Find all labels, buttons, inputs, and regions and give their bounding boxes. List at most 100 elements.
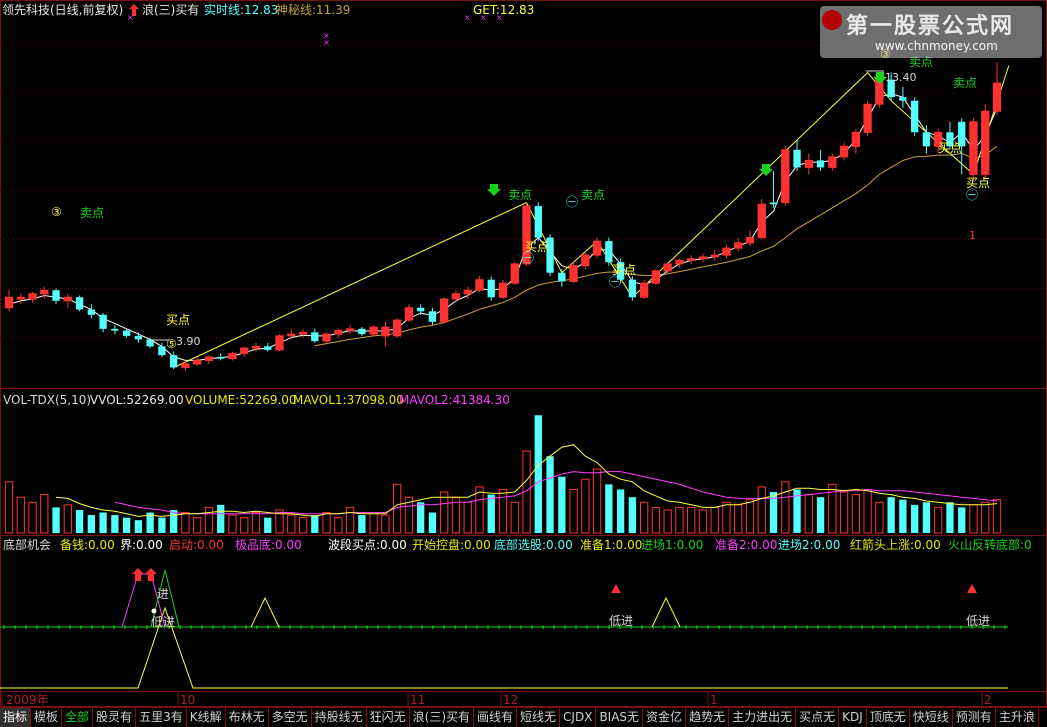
volume-bar [52,507,60,533]
candle-body [745,237,755,244]
candle-body [734,242,743,249]
candle-body [569,265,578,282]
tab-8[interactable]: 多空无 [269,708,312,727]
buy-point-label: 买点 [938,141,962,155]
volume-bar [887,497,895,533]
tab-7[interactable]: 布林无 [226,708,269,727]
candle-body [75,297,84,310]
tab-13[interactable]: 短线无 [517,708,561,727]
tab-15[interactable]: BIAS无 [596,708,644,727]
volume-bar [639,501,649,534]
candle-body [228,352,237,360]
volume-bar [158,517,166,533]
candle-body [345,328,355,332]
volume-bar [710,506,719,534]
tab-16[interactable]: 资金亿 [643,708,687,727]
candle-body [628,279,637,298]
volume-bar [616,489,625,533]
tab-4[interactable]: 股灵有 [93,708,137,727]
volume-bar [122,517,131,533]
volume-bar [170,509,178,533]
tab-23[interactable]: 预测有 [953,708,996,727]
green-down-arrow-icon [487,184,501,196]
tab-9[interactable]: 持股线无 [312,708,367,727]
indicator-panel[interactable]: 低进 进低进 低进 [0,568,1008,689]
tab-3[interactable]: 全部 [62,708,94,727]
candle-body [63,296,72,302]
tab-bar[interactable]: 指标 模板 全部 股灵有 五里3有 K线解 布林无 多空无 持股线无 狂闪无 浪(三)买有 画线有 短线… [0,707,1047,727]
candle-body [828,156,837,168]
candle-body [193,359,202,365]
volume-panel[interactable] [4,415,1002,534]
low-price-label: 3.90 [176,335,201,348]
time-axis-label: 1 [710,693,718,707]
volume-bar [63,504,72,534]
volume-bar [934,506,943,534]
wave-mark: ③ [51,205,62,219]
volume-bar [946,502,954,533]
volume-bar [228,514,237,534]
tab-1[interactable]: 指标 [0,708,32,727]
tab-2[interactable]: 模板 [31,708,63,727]
mavol2-value: MAVOL2:41384.30 [399,393,510,407]
indicator-field: 准备1:0.00 [580,538,643,552]
watermark-title: 第一股票公式网 [846,14,1015,39]
volume-bar [498,488,508,534]
tab-6[interactable]: K线解 [187,708,226,727]
tab-21[interactable]: 顶底无 [867,708,910,727]
candle-body [275,335,284,351]
candle-body [28,293,37,300]
volume-bar [334,517,343,534]
candle-body [251,345,261,349]
indicator-field: 底部选股:0.00 [494,538,573,552]
watermark-logo-icon [822,10,842,30]
tab-19[interactable]: 买点无 [796,708,840,727]
low-entry-label: 低进 [151,615,175,629]
tab-22[interactable]: 快短线 [910,708,953,727]
vvol-value: VVOL:52269.00 [90,393,184,407]
tab-20[interactable]: KDJ [839,708,867,727]
tab-24[interactable]: 主升浪 [996,708,1039,727]
volume-bar [358,515,366,533]
volume-bar [251,512,261,534]
tab-10[interactable]: 狂闪无 [367,708,410,727]
candle-body [651,270,661,284]
tab-14[interactable]: CJDX [560,708,597,727]
candle-body [510,263,519,284]
indicator-field: 火山反转底部:0 [948,538,1032,552]
candle-body [170,355,178,368]
wave-mark: ㊀ [609,275,621,289]
volume-bar [345,506,355,534]
volume-bar [99,512,107,533]
volume-bar [287,514,296,534]
volume-bar [428,512,437,533]
candle-body [404,307,414,321]
entry-label: 进 [157,587,169,601]
price-panel[interactable]: 卖点卖点卖点卖点卖点买点买点买点买点买点3.9013.40③③⑤㊀㊀㊀㊀1×××… [4,13,1010,371]
candle-body [428,311,437,322]
volume-bar [440,491,449,534]
tab-12[interactable]: 画线有 [474,708,518,727]
high-price-label: 13.40 [885,71,917,84]
time-axis-label: 11 [410,693,425,707]
candle-body [417,307,425,312]
candle-body [781,149,790,204]
candle-body [605,241,613,263]
sell-point-label: 卖点 [581,188,605,202]
tab-17[interactable]: 趋势无 [686,708,730,727]
tab-5[interactable]: 五里3有 [136,708,187,727]
candle-body [4,296,14,309]
candle-body [122,330,131,336]
realtime-line-value: 实时线:12.83 [204,3,279,17]
tab-11[interactable]: 浪(三)买有 [410,708,475,727]
indicator-field: 准备2:0.00 [715,538,778,552]
tab-18[interactable]: 主力进出无 [729,708,797,727]
candle-body [639,282,649,298]
candle-body [334,330,343,335]
chart-stage[interactable]: 卖点卖点卖点卖点卖点买点买点买点买点买点3.9013.40③③⑤㊀㊀㊀㊀1×××… [0,0,1047,726]
candle-body [392,319,402,337]
candle-body [440,298,449,323]
volume-bar [581,478,590,534]
volume-bar [510,501,519,534]
candle-body [40,289,49,295]
